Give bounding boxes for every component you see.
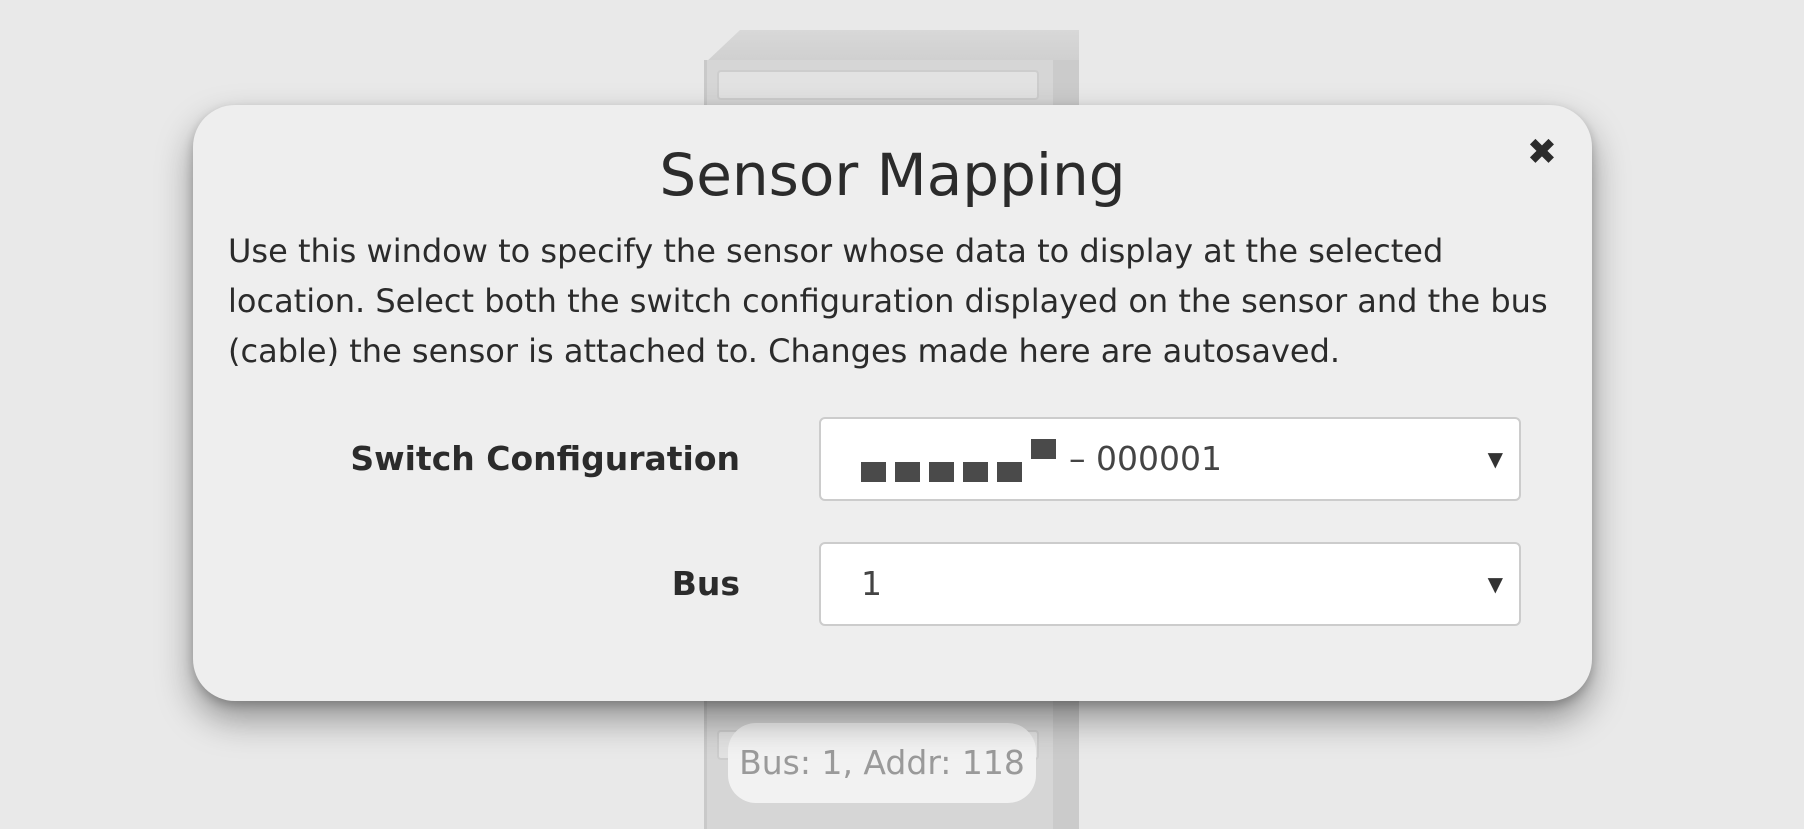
switch-configuration-value: – 000001 — [1069, 439, 1222, 478]
switch-configuration-select[interactable]: – 000001 ▼ — [819, 417, 1521, 501]
dialog-title: Sensor Mapping — [659, 141, 1126, 209]
switch-configuration-label: Switch Configuration — [350, 439, 740, 478]
dip-switch-icon — [861, 439, 1059, 483]
dip-switch-position — [997, 462, 1022, 482]
dip-switch-position — [895, 462, 920, 482]
dropdown-arrow-icon: ▼ — [1487, 572, 1503, 596]
bus-select[interactable]: 1 ▼ — [819, 542, 1521, 626]
sensor-bus-address-tag[interactable]: Bus: 1, Addr: 118 — [728, 723, 1036, 803]
dialog-description: Use this window to specify the sensor wh… — [228, 232, 1548, 370]
switch-configuration-row: Switch Configuration – 000001 ▼ — [193, 417, 1592, 501]
dip-switch-position — [929, 462, 954, 482]
sensor-mapping-dialog: Sensor Mapping ✖ Use this window to spec… — [193, 105, 1592, 701]
page: Bus: 1, Addr: 118 Sensor Mapping ✖ Use t… — [0, 0, 1804, 829]
bus-value: 1 — [861, 564, 882, 603]
dip-switch-position — [1031, 439, 1056, 459]
dropdown-arrow-icon: ▼ — [1487, 447, 1503, 471]
dip-switch-position — [963, 462, 988, 482]
bus-label: Bus — [671, 564, 740, 603]
rack-top — [704, 30, 1079, 64]
close-icon[interactable]: ✖ — [1522, 131, 1562, 175]
dip-switch-position — [861, 462, 886, 482]
bus-row: Bus 1 ▼ — [193, 542, 1592, 626]
rack-slot — [717, 70, 1039, 100]
